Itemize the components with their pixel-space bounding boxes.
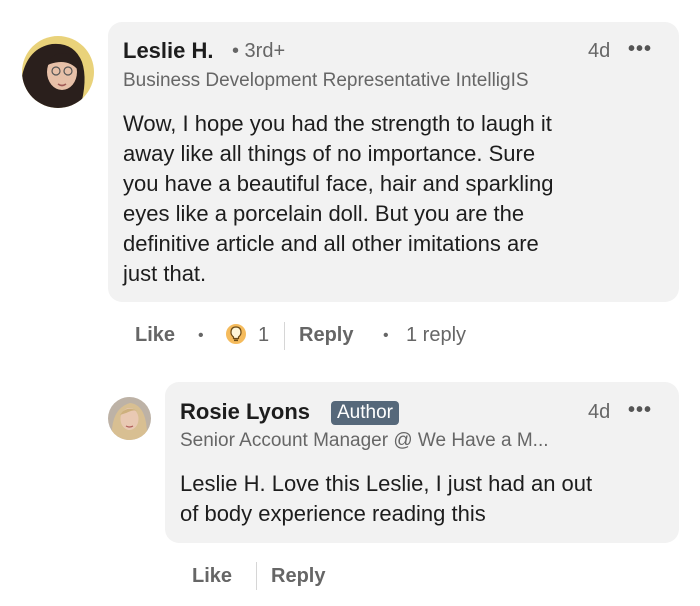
reply-reply-button[interactable]: Reply [271, 565, 325, 588]
reply-text: Leslie H. Love this Leslie, I just had a… [180, 469, 675, 529]
separator-dot: • [198, 327, 204, 344]
separator-dot: • [383, 327, 389, 344]
comment-text-line: just that. [123, 261, 207, 286]
reply-text-line: of body experience reading this [180, 501, 486, 526]
more-options-icon[interactable]: ••• [628, 38, 652, 61]
comment-text: Wow, I hope you had the strength to laug… [123, 109, 673, 289]
comment-text-line: Wow, I hope you had the strength to laug… [123, 111, 552, 136]
comment-timestamp: 4d [588, 40, 611, 62]
comment-text-line: you have a beautiful face, hair and spar… [123, 171, 554, 196]
reaction-count[interactable]: 1 [258, 324, 269, 347]
author-badge: Author [331, 401, 399, 425]
reply-like-button[interactable]: Like [192, 565, 232, 588]
comment-text-line: eyes like a porcelain doll. But you are … [123, 201, 525, 226]
action-divider [284, 322, 285, 350]
replies-count-link[interactable]: 1 reply [406, 324, 466, 347]
connection-degree: • 3rd+ [232, 40, 286, 62]
comment-author-name[interactable]: Leslie H. [123, 38, 213, 64]
reply-author-name[interactable]: Rosie Lyons [180, 399, 310, 425]
reply-author-avatar[interactable] [108, 397, 151, 440]
like-button[interactable]: Like [135, 324, 175, 347]
reply-timestamp: 4d [588, 401, 611, 423]
reply-text-line: Leslie H. Love this Leslie, I just had a… [180, 471, 593, 496]
reply-button[interactable]: Reply [299, 324, 353, 347]
reply-author-headline: Senior Account Manager @ We Have a M... [180, 430, 549, 451]
comment-author-headline: Business Development Representative Inte… [123, 70, 529, 91]
insightful-bulb-icon[interactable] [224, 322, 248, 346]
comment-text-line: away like all things of no importance. S… [123, 141, 536, 166]
action-divider [256, 562, 257, 590]
more-options-icon[interactable]: ••• [628, 399, 652, 422]
comment-text-line: definitive article and all other imitati… [123, 231, 539, 256]
comment-author-avatar[interactable] [22, 36, 94, 108]
